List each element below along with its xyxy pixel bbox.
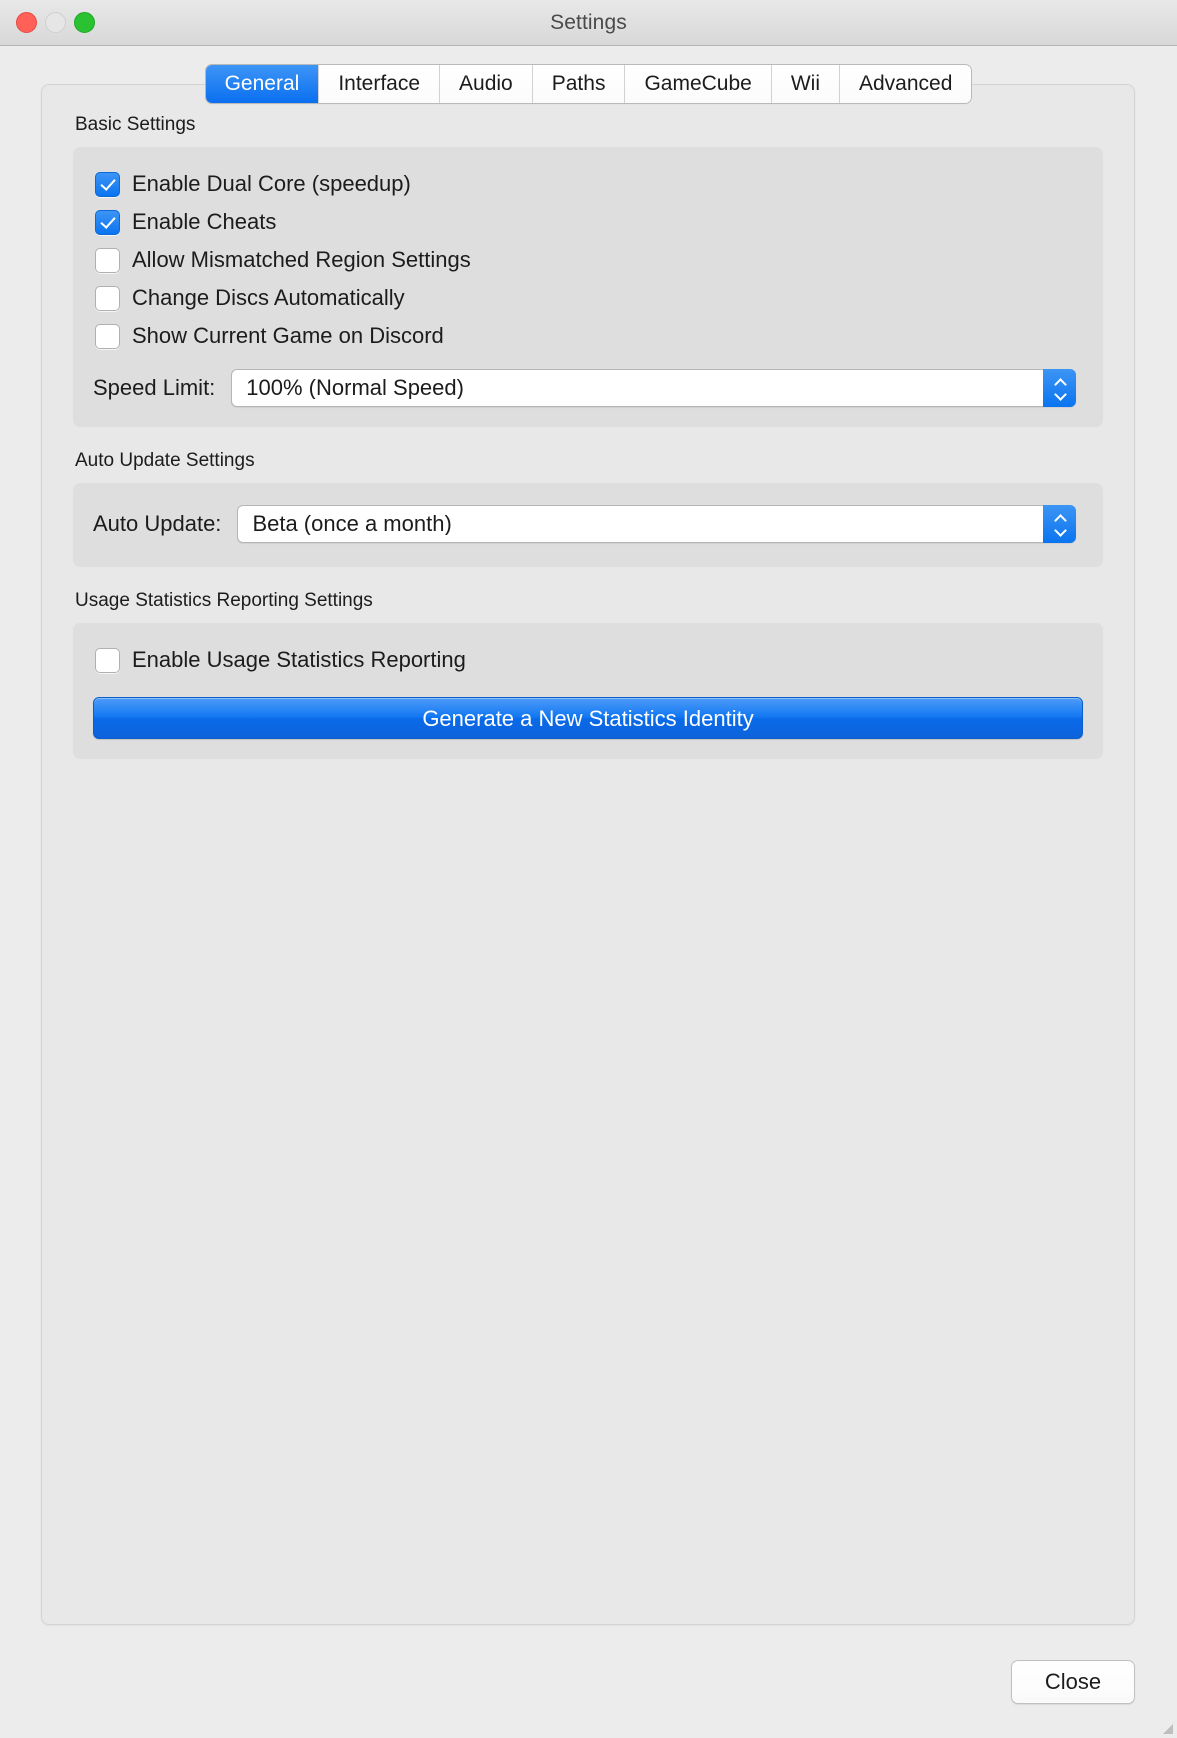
checkbox-row-enable-dual-core[interactable]: Enable Dual Core (speedup) — [73, 165, 1103, 203]
checkbox-enable-usage-statistics-reporting[interactable] — [95, 647, 120, 673]
checkbox-enable-cheats[interactable] — [95, 209, 120, 235]
tab-advanced[interactable]: Advanced — [839, 65, 972, 103]
chevron-down-icon — [1054, 391, 1066, 398]
resize-grip-icon[interactable] — [1158, 1719, 1174, 1735]
tabbar-wrapper: General Interface Audio Paths GameCube W… — [0, 65, 1177, 103]
checkbox-label-allow-mismatched-region-settings: Allow Mismatched Region Settings — [132, 247, 471, 272]
checkbox-enable-dual-core[interactable] — [95, 171, 120, 197]
tab-wii[interactable]: Wii — [770, 65, 839, 103]
tab-paths[interactable]: Paths — [531, 65, 625, 103]
settings-window: Settings General Interface Audio Paths G… — [0, 0, 1177, 1738]
auto-update-label: Auto Update: — [93, 511, 222, 536]
usage-statistics-settings-group: Enable Usage Statistics Reporting Genera… — [73, 623, 1103, 759]
traffic-lights — [16, 0, 95, 45]
checkbox-label-enable-dual-core: Enable Dual Core (speedup) — [132, 171, 411, 196]
auto-update-row: Auto Update: Beta (once a month) — [73, 505, 1103, 543]
auto-update-stepper[interactable] — [1043, 505, 1076, 543]
auto-update-value: Beta (once a month) — [252, 513, 452, 535]
speed-limit-stepper[interactable] — [1043, 369, 1076, 407]
close-button[interactable]: Close — [1011, 1659, 1135, 1704]
checkbox-row-allow-mismatched-region-settings[interactable]: Allow Mismatched Region Settings — [73, 241, 1103, 279]
checkbox-change-discs-automatically[interactable] — [95, 285, 120, 311]
checkbox-row-show-current-game-on-discord[interactable]: Show Current Game on Discord — [73, 317, 1103, 355]
tab-general[interactable]: General — [205, 65, 319, 103]
chevron-up-icon — [1054, 379, 1066, 386]
minimize-window-button[interactable] — [45, 12, 66, 33]
checkbox-label-enable-cheats: Enable Cheats — [132, 209, 277, 234]
tab-audio[interactable]: Audio — [439, 65, 532, 103]
window-title: Settings — [550, 10, 627, 34]
checkbox-row-enable-usage-statistics-reporting[interactable]: Enable Usage Statistics Reporting — [73, 641, 1103, 679]
basic-settings-label: Basic Settings — [75, 114, 196, 135]
checkbox-allow-mismatched-region-settings[interactable] — [95, 247, 120, 273]
usage-statistics-settings-label: Usage Statistics Reporting Settings — [75, 590, 373, 611]
chevron-down-icon — [1054, 527, 1066, 534]
auto-update-settings-label: Auto Update Settings — [75, 450, 255, 471]
checkbox-row-change-discs-automatically[interactable]: Change Discs Automatically — [73, 279, 1103, 317]
tab-gamecube[interactable]: GameCube — [624, 65, 771, 103]
zoom-window-button[interactable] — [74, 12, 95, 33]
auto-update-settings-group: Auto Update: Beta (once a month) — [73, 483, 1103, 567]
chevron-up-icon — [1054, 515, 1066, 522]
generate-new-statistics-identity-button[interactable]: Generate a New Statistics Identity — [93, 697, 1083, 739]
speed-limit-row: Speed Limit: 100% (Normal Speed) — [73, 369, 1103, 407]
footer-bar: Close — [0, 1625, 1177, 1738]
close-window-button[interactable] — [16, 12, 37, 33]
checkbox-show-current-game-on-discord[interactable] — [95, 323, 120, 349]
tab-interface[interactable]: Interface — [318, 65, 440, 103]
checkbox-label-change-discs-automatically: Change Discs Automatically — [132, 285, 405, 310]
titlebar: Settings — [0, 0, 1177, 46]
speed-limit-label: Speed Limit: — [93, 375, 216, 400]
speed-limit-value: 100% (Normal Speed) — [246, 377, 464, 399]
checkbox-label-enable-usage-statistics-reporting: Enable Usage Statistics Reporting — [132, 647, 466, 672]
checkbox-label-show-current-game-on-discord: Show Current Game on Discord — [132, 323, 444, 348]
auto-update-select[interactable]: Beta (once a month) — [237, 505, 1076, 543]
basic-settings-group: Enable Dual Core (speedup) Enable Cheats… — [73, 147, 1103, 427]
speed-limit-select[interactable]: 100% (Normal Speed) — [231, 369, 1076, 407]
checkbox-row-enable-cheats[interactable]: Enable Cheats — [73, 203, 1103, 241]
settings-content-panel: Basic Settings Enable Dual Core (speedup… — [41, 84, 1135, 1625]
tabbar: General Interface Audio Paths GameCube W… — [205, 65, 972, 103]
